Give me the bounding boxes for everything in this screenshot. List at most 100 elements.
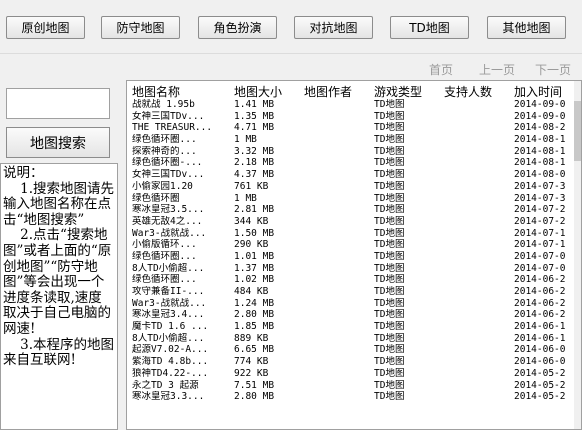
table-cell: 2014-07-2 — [514, 204, 566, 216]
toolbar-divider — [0, 53, 582, 54]
table-cell: 4.37 MB — [234, 169, 275, 181]
table-cell: THE TREASUR... — [132, 122, 213, 134]
table-cell: War3-战就战... — [132, 297, 207, 309]
list-header: 地图名称 地图大小 地图作者 游戏类型 支持人数 加入时间 — [127, 81, 581, 100]
list-scrollbar[interactable] — [574, 81, 581, 429]
rpg-maps-button[interactable]: 角色扮演 — [198, 16, 277, 39]
table-cell: 2014-09-0 — [514, 110, 566, 122]
table-row[interactable]: 魔卡TD 1.6 ... 1.85 MB TD地图 2014-06-1 — [127, 321, 581, 333]
table-row[interactable]: War3-战就战... 1.24 MB TD地图 2014-06-2 — [127, 297, 581, 310]
table-row[interactable]: 绿色循环圈... 1 MB TD地图 2014-08-1 — [127, 134, 581, 146]
table-cell: 6.65 MB — [234, 344, 275, 356]
table-row[interactable]: 绿色循环圈... 1.01 MB TD地图 2014-07-0 — [127, 250, 581, 263]
table-row[interactable]: 探索神奇的... 3.32 MB TD地图 2014-08-1 — [127, 145, 581, 158]
list-rows: 战就战 1.95b 1.41 MB TD地图 2014-09-0 女神三国TDv... 1… — [127, 99, 581, 403]
table-cell: 2014-08-2 — [514, 122, 566, 134]
map-list[interactable]: 地图名称 地图大小 地图作者 游戏类型 支持人数 加入时间 战就战 1.95b 1… — [126, 80, 582, 430]
table-row[interactable]: 英雄无敌4之... 344 KB TD地图 2014-07-2 — [127, 215, 581, 228]
other-maps-button[interactable]: 其他地图 — [487, 16, 566, 39]
table-cell: 绿色循环圈... — [132, 274, 197, 286]
table-cell: TD地图 — [374, 99, 405, 110]
table-cell: TD地图 — [374, 274, 405, 286]
table-row[interactable]: 狼神TD4.22-... 922 KB TD地图 2014-05-2 — [127, 367, 581, 380]
table-row[interactable]: 绿色循环圈... 1.02 MB TD地图 2014-06-2 — [127, 274, 581, 286]
table-cell: 英雄无敌4之... — [132, 215, 203, 227]
table-cell: 2014-06-2 — [514, 297, 566, 309]
table-row[interactable]: 攻守兼备II-... 484 KB TD地图 2014-06-2 — [127, 286, 581, 298]
table-cell: 女神三国TDv... — [132, 169, 205, 181]
table-cell: 1.50 MB — [234, 227, 275, 239]
table-cell: TD地图 — [374, 356, 405, 368]
table-row[interactable]: 小偷版循环... 290 KB TD地图 2014-07-1 — [127, 239, 581, 251]
table-row[interactable]: THE TREASUR... 4.71 MB TD地图 2014-08-2 — [127, 122, 581, 134]
table-cell: 8人TD小偷超... — [132, 332, 205, 344]
table-row[interactable]: 小偷家园1.20 761 KB TD地图 2014-07-3 — [127, 180, 581, 193]
table-cell: TD地图 — [374, 215, 405, 227]
table-cell: TD地图 — [374, 134, 405, 146]
table-cell: 绿色循环圈... — [132, 250, 197, 262]
table-row[interactable]: 永之TD 3 起源 7.51 MB TD地图 2014-05-2 — [127, 379, 581, 392]
td-maps-button[interactable]: TD地图 — [390, 16, 469, 39]
table-cell: TD地图 — [374, 250, 405, 262]
table-cell: 1.35 MB — [234, 110, 275, 122]
table-cell: 探索神奇的... — [132, 145, 197, 157]
table-row[interactable]: 女神三国TDv... 1.35 MB TD地图 2014-09-0 — [127, 110, 581, 123]
table-cell: 2014-05-2 — [514, 367, 566, 379]
table-cell: 2014-06-2 — [514, 286, 566, 297]
table-row[interactable]: 紫海TD 4.8b... 774 KB TD地图 2014-06-0 — [127, 356, 581, 368]
table-cell: 1.01 MB — [234, 250, 275, 262]
table-cell: 2.80 MB — [234, 391, 275, 403]
header-map-author[interactable]: 地图作者 — [304, 83, 352, 100]
table-row[interactable]: 寒冰皇冠3.4... 2.80 MB TD地图 2014-06-2 — [127, 309, 581, 321]
table-cell: 2014-06-0 — [514, 356, 566, 368]
table-row[interactable]: 寒冰皇冠3.3... 2.80 MB TD地图 2014-05-2 — [127, 391, 581, 403]
table-cell: TD地图 — [374, 204, 405, 216]
table-cell: 761 KB — [234, 180, 269, 192]
scrollbar-thumb[interactable] — [574, 101, 581, 161]
table-row[interactable]: 8人TD小偷超... 889 KB TD地图 2014-06-1 — [127, 332, 581, 345]
table-cell: 战就战 1.95b — [132, 99, 195, 110]
search-input[interactable] — [6, 88, 110, 119]
table-row[interactable]: 寒冰皇冠3.5... 2.81 MB TD地图 2014-07-2 — [127, 204, 581, 216]
table-cell: 寒冰皇冠3.4... — [132, 309, 205, 321]
first-page-button[interactable]: 首页 — [418, 58, 464, 80]
table-cell: TD地图 — [374, 332, 405, 344]
table-row[interactable]: 女神三国TDv... 4.37 MB TD地图 2014-08-0 — [127, 169, 581, 181]
table-cell: 绿色循环圈-... — [132, 157, 203, 169]
defense-maps-button[interactable]: 防守地图 — [101, 16, 180, 39]
map-search-button[interactable]: 地图搜索 — [6, 127, 110, 158]
table-cell: 2014-05-2 — [514, 379, 566, 391]
table-row[interactable]: 绿色循环圈-... 2.18 MB TD地图 2014-08-1 — [127, 157, 581, 169]
header-map-size[interactable]: 地图大小 — [234, 83, 282, 100]
table-cell: TD地图 — [374, 239, 405, 251]
table-cell: TD地图 — [374, 122, 405, 134]
table-cell: 寒冰皇冠3.5... — [132, 204, 205, 216]
table-row[interactable]: 绿色循环圈 1 MB TD地图 2014-07-3 — [127, 192, 581, 205]
table-cell: 484 KB — [234, 286, 269, 297]
header-added-time[interactable]: 加入时间 — [514, 83, 562, 100]
table-cell: 2014-06-2 — [514, 309, 566, 321]
next-page-button[interactable]: 下一页 — [530, 58, 576, 80]
table-row[interactable]: War3-战就战... 1.50 MB TD地图 2014-07-1 — [127, 227, 581, 240]
table-cell: 女神三国TDv... — [132, 110, 205, 122]
table-cell: TD地图 — [374, 309, 405, 321]
table-row[interactable]: 8人TD小偷超... 1.37 MB TD地图 2014-07-0 — [127, 263, 581, 275]
table-cell: 2014-08-1 — [514, 157, 566, 169]
table-cell: 攻守兼备II-... — [132, 286, 205, 297]
table-cell: War3-战就战... — [132, 227, 207, 239]
table-cell: 2014-07-3 — [514, 192, 566, 204]
header-players[interactable]: 支持人数 — [444, 83, 492, 100]
table-cell: 7.51 MB — [234, 379, 275, 391]
header-game-type[interactable]: 游戏类型 — [374, 83, 422, 100]
original-maps-button[interactable]: 原创地图 — [6, 16, 85, 39]
table-cell: 2014-06-1 — [514, 321, 566, 333]
table-row[interactable]: 战就战 1.95b 1.41 MB TD地图 2014-09-0 — [127, 99, 581, 111]
help-text: 说明： 1.搜索地图请先输入地图名称在点击“地图搜索” 2.点击“搜索地图”或者… — [0, 163, 118, 430]
table-cell: 922 KB — [234, 367, 269, 379]
header-map-name[interactable]: 地图名称 — [132, 83, 180, 100]
prev-page-button[interactable]: 上一页 — [474, 58, 520, 80]
table-row[interactable]: 起源V7.02-A... 6.65 MB TD地图 2014-06-0 — [127, 344, 581, 356]
table-cell: TD地图 — [374, 227, 405, 239]
versus-maps-button[interactable]: 对抗地图 — [294, 16, 373, 39]
table-cell: 1.02 MB — [234, 274, 275, 286]
